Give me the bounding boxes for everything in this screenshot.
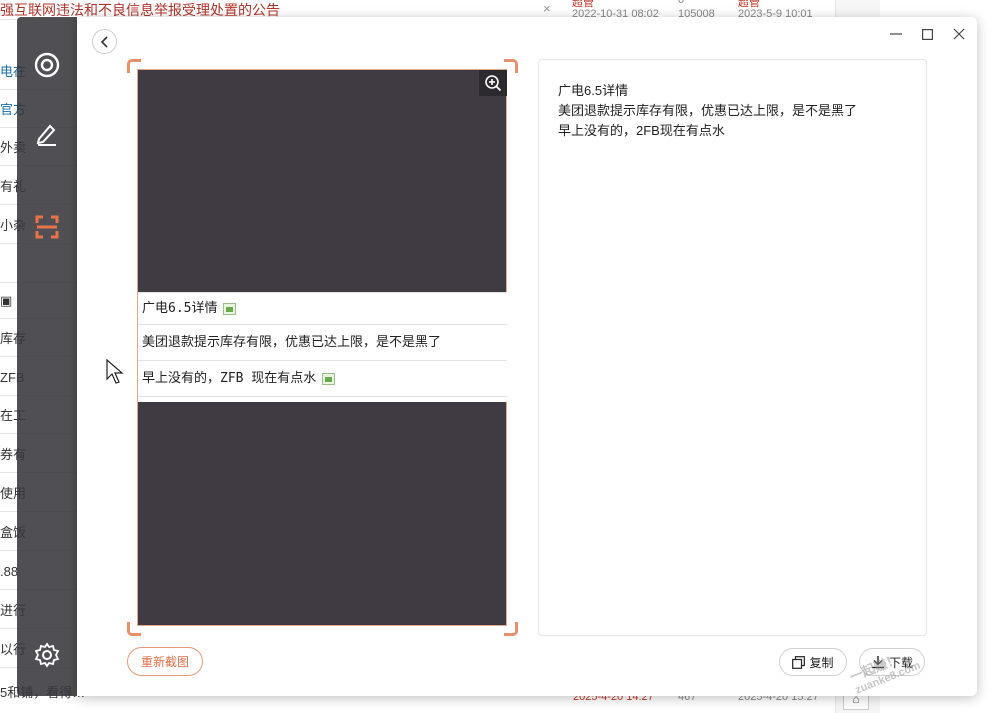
screenshot-line: 广电6.5详情 — [138, 292, 507, 325]
zoom-in-button[interactable] — [479, 70, 507, 96]
screenshot-line-text: 广电6.5详情 — [142, 300, 218, 316]
chevron-left-icon — [100, 35, 108, 48]
recapture-button[interactable]: 重新截图 — [127, 647, 203, 676]
notice-close-icon[interactable]: × — [543, 1, 551, 16]
tool-sidebar — [17, 17, 77, 696]
maximize-button[interactable] — [917, 24, 937, 44]
screenshot-line: 美团退款提示库存有限，优惠已达上限，是不是黑了 — [138, 325, 507, 361]
screenshot-line-text: 美团退款提示库存有限，优惠已达上限，是不是黑了 — [142, 334, 442, 350]
close-button[interactable] — [949, 24, 969, 44]
thread-title[interactable]: .88 — [0, 564, 18, 579]
edit-pen-icon[interactable] — [31, 117, 63, 149]
crop-corner-handle[interactable] — [127, 59, 141, 73]
crop-corner-handle[interactable] — [127, 622, 141, 636]
screenshot-line-text: 早上没有的，ZFB 现在有点水 — [142, 370, 317, 386]
screenshot-line: 早上没有的，ZFB 现在有点水 — [138, 361, 507, 397]
scan-frame-icon[interactable] — [31, 211, 63, 243]
ocr-line: 美团退款提示库存有限，优惠已达上限，是不是黑了 — [558, 103, 858, 118]
zoom-in-icon — [485, 75, 502, 92]
copy-button[interactable]: 复制 — [779, 648, 847, 676]
settings-gear-icon[interactable] — [31, 639, 63, 671]
screenshot-text-block: 广电6.5详情 美团退款提示库存有限，优惠已达上限，是不是黑了 早上没有的，ZF… — [138, 292, 507, 402]
copy-button-label: 复制 — [809, 655, 834, 670]
minimize-button[interactable] — [886, 24, 906, 44]
notice-replies: 0 — [678, 0, 685, 6]
ocr-line: 广电6.5详情 — [558, 83, 629, 98]
back-button[interactable] — [92, 29, 117, 54]
ocr-line: 早上没有的，2FB现在有点水 — [558, 123, 725, 138]
thread-title[interactable]: ▣ — [0, 293, 12, 308]
mouse-cursor-icon — [106, 359, 124, 384]
ocr-target-icon[interactable] — [31, 49, 63, 81]
image-attachment-icon — [223, 302, 237, 315]
ocr-text-area[interactable]: 广电6.5详情 美团退款提示库存有限，优惠已达上限，是不是黑了 早上没有的，2F… — [538, 59, 927, 636]
copy-icon — [792, 655, 806, 669]
crop-corner-handle[interactable] — [504, 622, 518, 636]
image-attachment-icon — [322, 372, 336, 385]
